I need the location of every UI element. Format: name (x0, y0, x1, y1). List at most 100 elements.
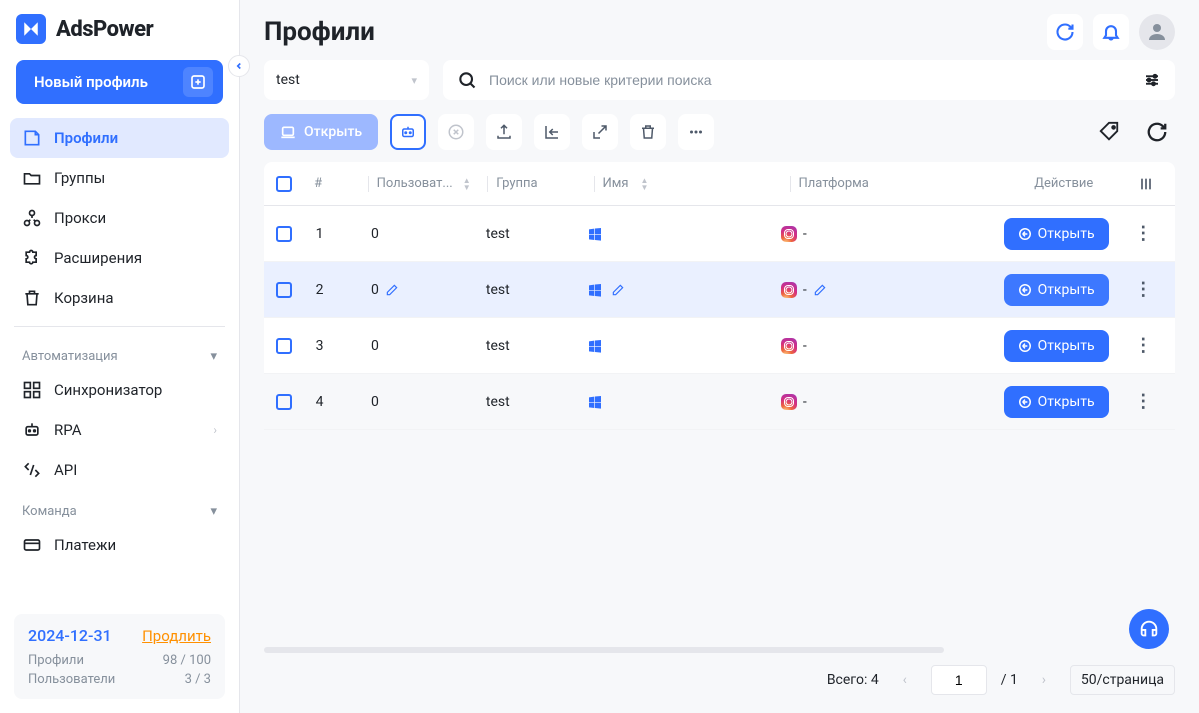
toolbar-delete-button[interactable] (630, 114, 666, 150)
cell-user: 0 (371, 282, 486, 298)
collapse-sidebar-button[interactable] (228, 55, 250, 77)
row-more-button[interactable]: ⋮ (1134, 335, 1152, 356)
new-profile-label: Новый профиль (34, 73, 148, 91)
cell-group: test (486, 226, 587, 242)
next-page-button[interactable]: › (1032, 668, 1056, 692)
sidebar-item-proxy[interactable]: Прокси (10, 198, 229, 238)
sidebar-item-extensions[interactable]: Расширения (10, 238, 229, 278)
sidebar-item-groups[interactable]: Группы (10, 158, 229, 198)
support-fab[interactable] (1129, 609, 1169, 649)
toolbar-reload-button[interactable] (1139, 114, 1175, 150)
instagram-icon (781, 226, 797, 242)
refresh-button[interactable] (1047, 14, 1083, 50)
column-settings-button[interactable] (1129, 176, 1163, 192)
sidebar-item-api[interactable]: API (10, 450, 229, 490)
section-label: Автоматизация (22, 349, 118, 364)
toolbar-export-button[interactable] (486, 114, 522, 150)
row-checkbox[interactable] (276, 338, 292, 354)
edit-icon[interactable] (813, 283, 827, 297)
license-renew-link[interactable]: Продлить (142, 627, 211, 645)
footer: Всего: 4 ‹ / 1 › 50/страница (240, 653, 1199, 713)
sidebar-item-rpa[interactable]: RPA › (10, 410, 229, 450)
toolbar-import-button[interactable] (534, 114, 570, 150)
chevron-down-icon: ▾ (411, 74, 417, 87)
group-select[interactable]: test ▾ (264, 60, 429, 100)
license-card: 2024-12-31 Продлить Профили 98 / 100 Пол… (14, 614, 225, 699)
table-row: 3 0 test - Открыть (264, 318, 1175, 374)
toolbar-rpa-button[interactable] (390, 114, 426, 150)
chevron-down-icon: ▾ (210, 504, 217, 519)
sync-icon (22, 380, 42, 400)
column-group[interactable]: Группа (496, 176, 593, 191)
column-platform[interactable]: Платформа (798, 176, 998, 191)
column-num[interactable]: # (314, 176, 367, 191)
group-select-value: test (276, 72, 300, 88)
cell-group: test (486, 282, 587, 298)
column-user[interactable]: Пользоват... ▲▼ (377, 176, 488, 191)
column-name[interactable]: Имя ▲▼ (602, 176, 789, 191)
sidebar-item-profiles[interactable]: Профили (10, 118, 229, 158)
row-open-button[interactable]: Открыть (1004, 386, 1109, 418)
cell-num: 4 (316, 394, 371, 410)
toolbar-more-button[interactable] (678, 114, 714, 150)
windows-icon (587, 338, 603, 354)
nav-divider (14, 326, 225, 327)
edit-icon[interactable] (611, 283, 625, 297)
row-open-button[interactable]: Открыть (1004, 218, 1109, 250)
cell-platform: - (781, 226, 989, 242)
cell-group: test (486, 394, 587, 410)
new-profile-plus-icon (183, 67, 213, 97)
sidebar-item-sync[interactable]: Синхронизатор (10, 370, 229, 410)
cell-num: 3 (316, 338, 371, 354)
cell-name (587, 226, 781, 242)
toolbar-open-button[interactable]: Открыть (264, 114, 378, 150)
section-label: Команда (22, 504, 77, 519)
sidebar-item-label: RPA (54, 421, 81, 439)
sidebar-item-label: Корзина (54, 289, 114, 307)
api-icon (22, 460, 42, 480)
notifications-button[interactable] (1093, 14, 1129, 50)
sidebar-item-label: API (54, 461, 77, 479)
trash-icon (22, 288, 42, 308)
toolbar-close-button[interactable] (438, 114, 474, 150)
topbar-actions (1047, 14, 1175, 50)
page-input[interactable] (931, 665, 987, 695)
row-checkbox[interactable] (276, 282, 292, 298)
section-team[interactable]: Команда ▾ (10, 490, 229, 525)
row-checkbox[interactable] (276, 226, 292, 242)
windows-icon (587, 226, 603, 242)
filter-icon[interactable] (1143, 71, 1161, 89)
sort-icon: ▲▼ (463, 177, 471, 191)
sidebar-item-payments[interactable]: Платежи (10, 525, 229, 565)
sort-icon: ▲▼ (641, 177, 649, 191)
page-total: / 1 (1001, 672, 1018, 688)
search-box (443, 60, 1175, 100)
cell-platform: - (781, 338, 989, 354)
row-more-button[interactable]: ⋮ (1134, 223, 1152, 244)
avatar[interactable] (1139, 14, 1175, 50)
section-automation[interactable]: Автоматизация ▾ (10, 335, 229, 370)
toolbar-share-button[interactable] (582, 114, 618, 150)
row-checkbox[interactable] (276, 394, 292, 410)
page-title: Профили (264, 17, 375, 47)
row-open-button[interactable]: Открыть (1004, 274, 1109, 306)
column-action: Действие (999, 176, 1129, 191)
edit-icon[interactable] (385, 283, 399, 297)
sidebar-item-label: Группы (54, 169, 105, 187)
toolbar-tag-button[interactable] (1091, 114, 1127, 150)
row-more-button[interactable]: ⋮ (1134, 391, 1152, 412)
search-input[interactable] (489, 72, 1131, 88)
sidebar: AdsPower Новый профиль Профили Группы Пр… (0, 0, 240, 713)
sidebar-item-label: Прокси (54, 209, 106, 227)
cell-user: 0 (371, 338, 486, 354)
row-open-button[interactable]: Открыть (1004, 330, 1109, 362)
new-profile-button[interactable]: Новый профиль (16, 60, 223, 104)
page-size-select[interactable]: 50/страница (1070, 665, 1175, 695)
row-more-button[interactable]: ⋮ (1134, 279, 1152, 300)
prev-page-button[interactable]: ‹ (893, 668, 917, 692)
search-row: test ▾ (240, 60, 1199, 114)
sidebar-item-trash[interactable]: Корзина (10, 278, 229, 318)
sidebar-item-label: Расширения (54, 249, 142, 267)
brand-name: AdsPower (56, 17, 153, 42)
select-all-checkbox[interactable] (276, 176, 292, 192)
